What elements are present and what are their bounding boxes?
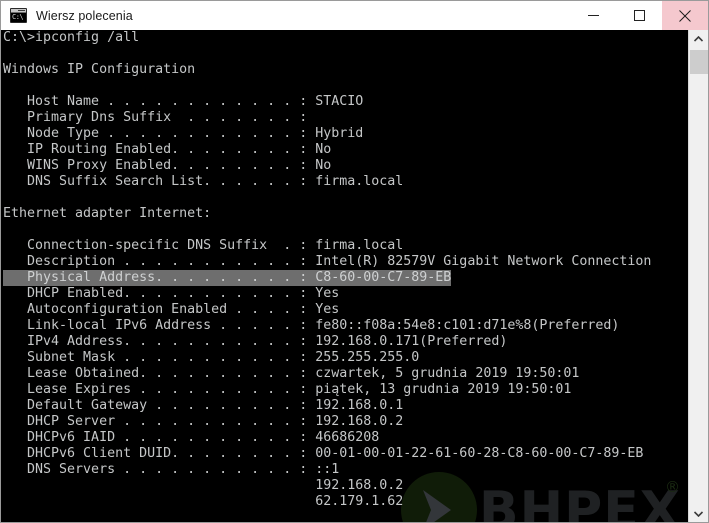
console-line: DHCPv6 Client DUID. . . . . . . . : 00-0… <box>3 446 644 461</box>
console-line: DHCP Server . . . . . . . . . . . : 192.… <box>3 414 404 429</box>
vertical-scrollbar[interactable] <box>688 30 708 522</box>
chevron-up-icon <box>694 36 703 42</box>
command-prompt-window: C:\ Wiersz polecenia BHPEX ® C:\>ipconfi… <box>0 0 709 523</box>
console-line: 192.168.0.2 <box>3 478 404 493</box>
window-title: Wiersz polecenia <box>36 8 133 23</box>
console-line: Primary Dns Suffix . . . . . . . : <box>3 110 308 125</box>
minimize-button[interactable] <box>570 1 616 30</box>
maximize-button[interactable] <box>616 1 662 30</box>
console-line: Lease Expires . . . . . . . . . . : piąt… <box>3 382 572 397</box>
console-line: Default Gateway . . . . . . . . . : 192.… <box>3 398 404 413</box>
console-line: 62.179.1.62 <box>3 494 404 509</box>
console-line: Ethernet adapter Internet: <box>3 206 212 221</box>
console-text: C:\>ipconfig /all Windows IP Configuratio… <box>1 30 688 510</box>
cmd-icon-text: C:\ <box>12 13 24 21</box>
title-bar[interactable]: C:\ Wiersz polecenia <box>1 1 708 31</box>
console-line: WINS Proxy Enabled. . . . . . . . : No <box>3 158 332 173</box>
scroll-down-button[interactable] <box>689 505 708 522</box>
console-line: DNS Servers . . . . . . . . . . . : ::1 <box>3 462 340 477</box>
minimize-icon <box>587 15 599 16</box>
console-line: Link-local IPv6 Address . . . . . : fe80… <box>3 318 620 333</box>
scrollbar-track[interactable] <box>689 48 708 505</box>
console-line-selected: Physical Address. . . . . . . . . : C8-6… <box>3 270 688 286</box>
console-line: IP Routing Enabled. . . . . . . . : No <box>3 142 332 157</box>
scroll-up-button[interactable] <box>689 30 708 48</box>
cmd-icon: C:\ <box>10 8 27 23</box>
console-line: DNS Suffix Search List. . . . . . : firm… <box>3 174 404 189</box>
console-line: Subnet Mask . . . . . . . . . . . : 255.… <box>3 350 420 365</box>
console-line: Description . . . . . . . . . . . : Inte… <box>3 254 652 269</box>
console-line: Windows IP Configuration <box>3 62 196 77</box>
selection-highlight: Physical Address. . . . . . . . . : C8-6… <box>3 270 452 286</box>
chevron-down-icon <box>694 511 703 517</box>
console-output-area[interactable]: BHPEX ® C:\>ipconfig /all Windows IP Conf… <box>1 30 688 522</box>
console-line: Autoconfiguration Enabled . . . . : Yes <box>3 302 340 317</box>
scrollbar-thumb[interactable] <box>690 50 708 74</box>
console-line: Host Name . . . . . . . . . . . . : STAC… <box>3 94 364 109</box>
console-line: DHCPv6 IAID . . . . . . . . . . . : 4668… <box>3 430 380 445</box>
close-icon <box>679 9 691 22</box>
close-button[interactable] <box>662 1 708 30</box>
console-line: Lease Obtained. . . . . . . . . . : czwa… <box>3 366 580 381</box>
console-line: Connection-specific DNS Suffix . : firma… <box>3 238 404 253</box>
console-line: Node Type . . . . . . . . . . . . : Hybr… <box>3 126 364 141</box>
console-line: IPv4 Address. . . . . . . . . . . : 192.… <box>3 334 508 349</box>
maximize-icon <box>633 10 645 21</box>
console-line: C:\>ipconfig /all <box>3 30 140 45</box>
console-line: DHCP Enabled. . . . . . . . . . . : Yes <box>3 286 340 301</box>
